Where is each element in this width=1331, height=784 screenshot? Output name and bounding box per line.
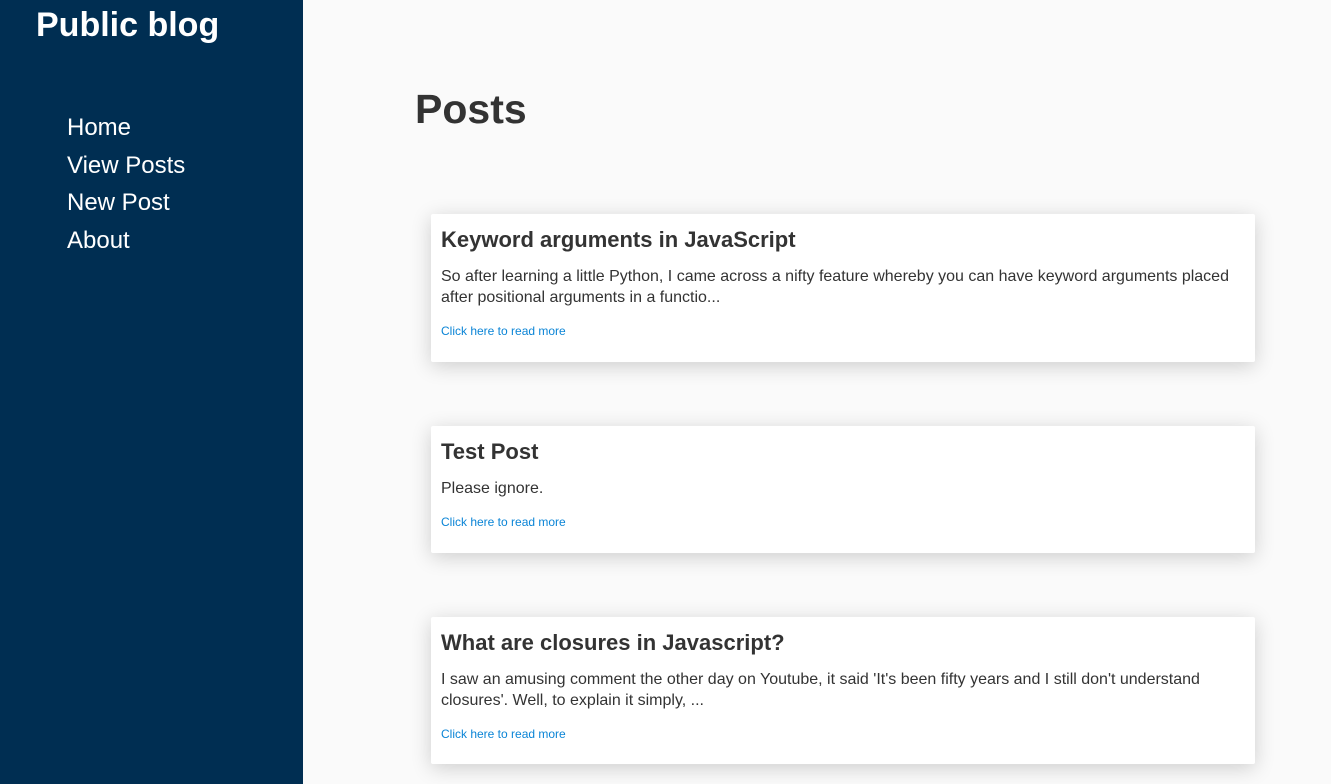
page-title: Posts — [415, 86, 527, 132]
nav-link-view-posts[interactable]: View Posts — [67, 152, 185, 179]
main-content: Posts Keyword arguments in JavaScript So… — [303, 0, 1331, 784]
nav-item-view-posts: View Posts — [67, 147, 185, 185]
post-card: Test Post Please ignore. Click here to r… — [431, 426, 1255, 553]
post-title: Test Post — [441, 439, 539, 464]
nav-item-new-post: New Post — [67, 184, 185, 222]
nav-item-home: Home — [67, 109, 185, 147]
read-more-link[interactable]: Click here to read more — [441, 727, 1245, 741]
post-card: What are closures in Javascript? I saw a… — [431, 617, 1255, 764]
sidebar: Public blog Home View Posts New Post Abo… — [0, 0, 303, 784]
post-card: Keyword arguments in JavaScript So after… — [431, 214, 1255, 362]
post-title: Keyword arguments in JavaScript — [441, 227, 796, 252]
post-excerpt: I saw an amusing comment the other day o… — [441, 671, 1200, 709]
post-excerpt: Please ignore. — [441, 480, 544, 497]
nav-item-about: About — [67, 222, 185, 260]
site-title[interactable]: Public blog — [36, 4, 219, 46]
nav-link-about[interactable]: About — [67, 227, 130, 254]
post-excerpt: So after learning a little Python, I cam… — [441, 268, 1229, 306]
read-more-link[interactable]: Click here to read more — [441, 515, 1245, 529]
read-more-link[interactable]: Click here to read more — [441, 324, 1245, 338]
sidebar-nav: Home View Posts New Post About — [67, 109, 185, 260]
nav-link-new-post[interactable]: New Post — [67, 189, 170, 216]
nav-link-home[interactable]: Home — [67, 114, 131, 141]
post-title: What are closures in Javascript? — [441, 630, 785, 655]
